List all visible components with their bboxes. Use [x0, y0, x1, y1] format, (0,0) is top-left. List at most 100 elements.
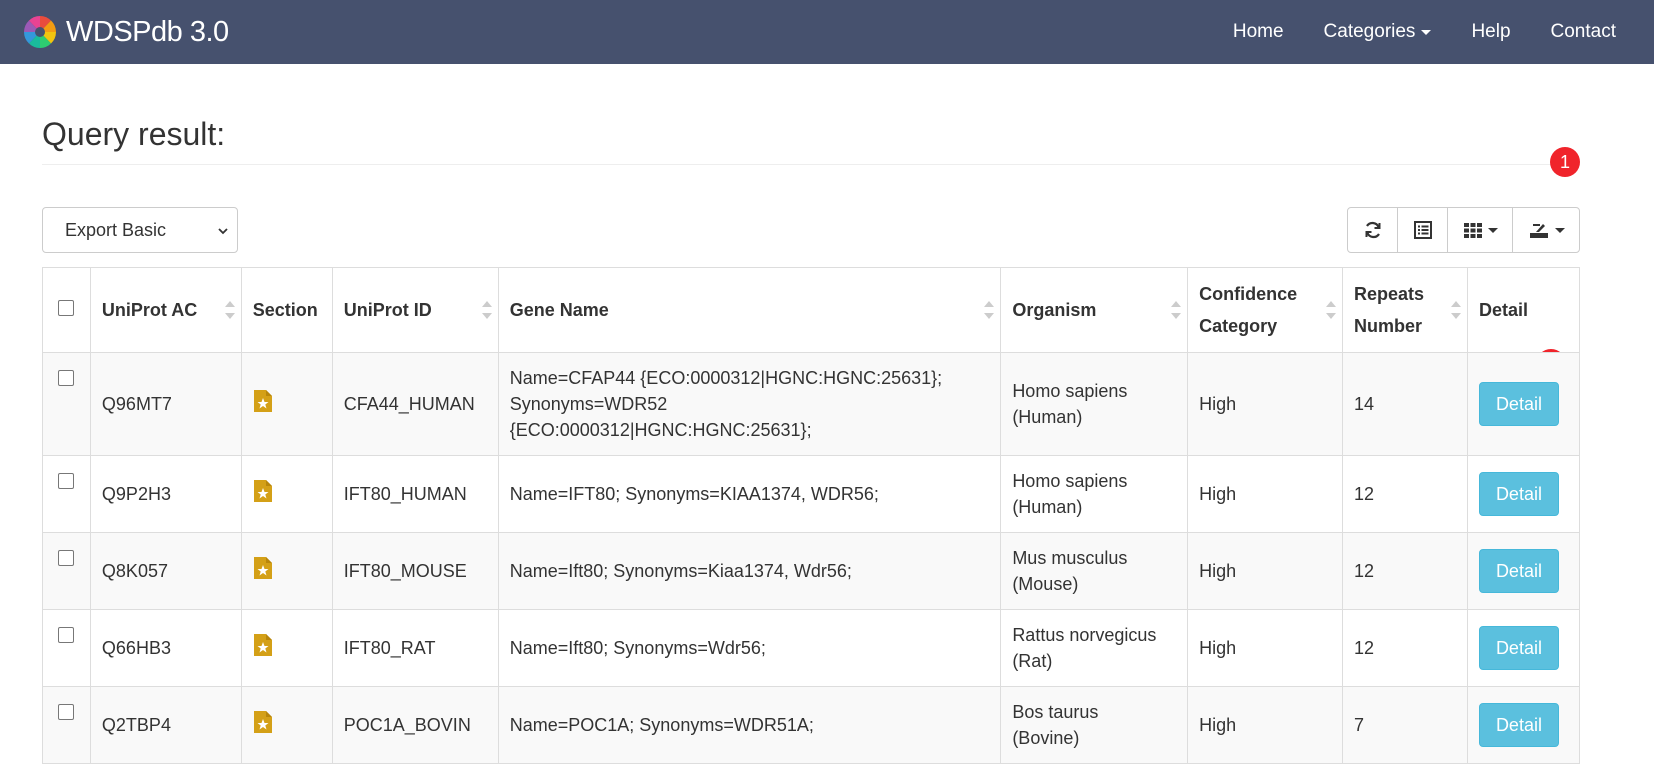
row-select-cell [42, 532, 91, 610]
header-confidence-category[interactable]: Confidence Category [1187, 267, 1344, 353]
cell-uniprot-ac: Q2TBP4 [89, 686, 242, 764]
row-checkbox[interactable] [58, 704, 75, 720]
organism-name: Homo sapiens [1012, 381, 1128, 401]
refresh-button[interactable] [1347, 207, 1398, 253]
table-toolbar: Export Basic [42, 207, 1580, 253]
toggle-view-icon [1413, 221, 1432, 239]
brand-title: WDSPdb 3.0 [66, 15, 229, 48]
gene-name-line: Name=CFAP44 {ECO:0000312|HGNC:HGNC:25631… [509, 368, 943, 388]
nav-help[interactable]: Help [1471, 21, 1510, 43]
cell-gene-name: Name=CFAP44 {ECO:0000312|HGNC:HGNC:25631… [497, 352, 1002, 456]
nav-home[interactable]: Home [1233, 21, 1284, 43]
cell-uniprot-id: IFT80_HUMAN [331, 455, 499, 533]
results-table: UniProt AC Section UniProt ID Gene Name … [42, 267, 1581, 764]
cell-confidence: High [1187, 686, 1344, 764]
cell-uniprot-id: POC1A_BOVIN [331, 686, 499, 764]
header-confidence-label: Confidence [1199, 284, 1298, 304]
cell-uniprot-ac: Q96MT7 [89, 352, 242, 456]
organism-common: (Mouse) [1012, 574, 1079, 594]
section-file-star-icon[interactable] [253, 389, 273, 413]
sort-icon [1326, 301, 1337, 319]
title-divider [42, 164, 1580, 165]
header-detail-label: Detail [1478, 300, 1528, 320]
header-uniprot-id[interactable]: UniProt ID [331, 267, 499, 353]
header-gene-name[interactable]: Gene Name [497, 267, 1002, 353]
detail-button[interactable]: Detail [1478, 703, 1559, 747]
gene-name-line: Synonyms=WDR52 [509, 394, 668, 414]
row-checkbox[interactable] [58, 627, 75, 643]
cell-section [240, 609, 333, 687]
organism-common: (Rat) [1012, 651, 1053, 671]
chevron-down-icon [218, 228, 228, 235]
organism-name: Homo sapiens [1012, 471, 1128, 491]
annotation-badge-1: 1 [1550, 147, 1580, 177]
cell-repeats: 7 [1342, 686, 1468, 764]
table-row: Q8K057 IFT80_MOUSE Name=Ift80; Synonyms=… [42, 532, 1581, 610]
brand-link[interactable]: WDSPdb 3.0 [22, 14, 229, 50]
row-checkbox[interactable] [58, 473, 75, 489]
cell-gene-name: Name=POC1A; Synonyms=WDR51A; [497, 686, 1002, 764]
nav-contact[interactable]: Contact [1551, 21, 1616, 43]
section-file-star-icon[interactable] [253, 633, 273, 657]
organism-name: Mus musculus [1012, 548, 1128, 568]
nav-categories-label: Categories [1323, 21, 1416, 42]
export-select-value: Export Basic [65, 219, 167, 240]
detail-button[interactable]: Detail [1478, 472, 1559, 516]
refresh-icon [1365, 221, 1380, 239]
cell-uniprot-id: CFA44_HUMAN [331, 352, 499, 456]
section-file-star-icon[interactable] [253, 710, 273, 734]
cell-detail: Detail [1466, 455, 1581, 533]
cell-repeats: 12 [1342, 609, 1468, 687]
cell-gene-name: Name=Ift80; Synonyms=Kiaa1374, Wdr56; [497, 532, 1002, 610]
nav-categories-dropdown[interactable]: Categories [1324, 21, 1432, 43]
header-organism[interactable]: Organism [1000, 267, 1189, 353]
header-repeats-number[interactable]: Repeats Number [1342, 267, 1468, 353]
caret-down-icon [1487, 227, 1498, 233]
export-icon [1529, 224, 1548, 238]
row-checkbox[interactable] [58, 550, 75, 566]
header-uniprot-ac[interactable]: UniProt AC [89, 267, 242, 353]
cell-confidence: High [1187, 609, 1344, 687]
detail-button[interactable]: Detail [1478, 626, 1559, 670]
cell-repeats: 12 [1342, 455, 1468, 533]
cell-detail: Detail [1466, 686, 1581, 764]
export-dropdown-button[interactable] [1512, 207, 1580, 253]
cell-uniprot-id: IFT80_MOUSE [331, 532, 499, 610]
detail-button[interactable]: Detail [1478, 549, 1559, 593]
detail-button[interactable]: Detail [1478, 382, 1559, 426]
columns-icon [1463, 223, 1482, 238]
sort-icon [224, 301, 235, 319]
section-file-star-icon[interactable] [253, 479, 273, 503]
row-checkbox[interactable] [58, 370, 75, 386]
table-row: Q9P2H3 IFT80_HUMAN Name=IFT80; Synonyms=… [42, 455, 1581, 533]
cell-section [240, 455, 333, 533]
organism-common: (Bovine) [1012, 728, 1080, 748]
select-all-checkbox[interactable] [58, 300, 75, 316]
header-organism-label: Organism [1012, 300, 1097, 320]
caret-down-icon [1421, 29, 1432, 35]
cell-uniprot-id: IFT80_RAT [331, 609, 499, 687]
toolbar-button-group [1347, 207, 1580, 253]
row-select-cell [42, 686, 91, 764]
nav-links: Home Categories Help Contact [1193, 0, 1616, 64]
cell-detail: Detail [1466, 609, 1581, 687]
cell-confidence: High [1187, 352, 1344, 456]
cell-uniprot-ac: Q66HB3 [89, 609, 242, 687]
cell-confidence: High [1187, 455, 1344, 533]
header-number-label: Number [1354, 316, 1423, 336]
header-uniprot-ac-label: UniProt AC [101, 300, 198, 320]
cell-section [240, 686, 333, 764]
cell-uniprot-ac: Q9P2H3 [89, 455, 242, 533]
header-repeats-label: Repeats [1354, 284, 1425, 304]
cell-detail: Detail [1466, 532, 1581, 610]
toggle-view-button[interactable] [1397, 207, 1448, 253]
organism-common: (Human) [1012, 407, 1083, 427]
columns-dropdown-button[interactable] [1447, 207, 1513, 253]
page-title: Query result: [42, 116, 226, 152]
cell-uniprot-ac: Q8K057 [89, 532, 242, 610]
export-select[interactable]: Export Basic [42, 207, 238, 253]
cell-gene-name: Name=Ift80; Synonyms=Wdr56; [497, 609, 1002, 687]
sort-icon [984, 301, 995, 319]
row-select-cell [42, 455, 91, 533]
section-file-star-icon[interactable] [253, 556, 273, 580]
